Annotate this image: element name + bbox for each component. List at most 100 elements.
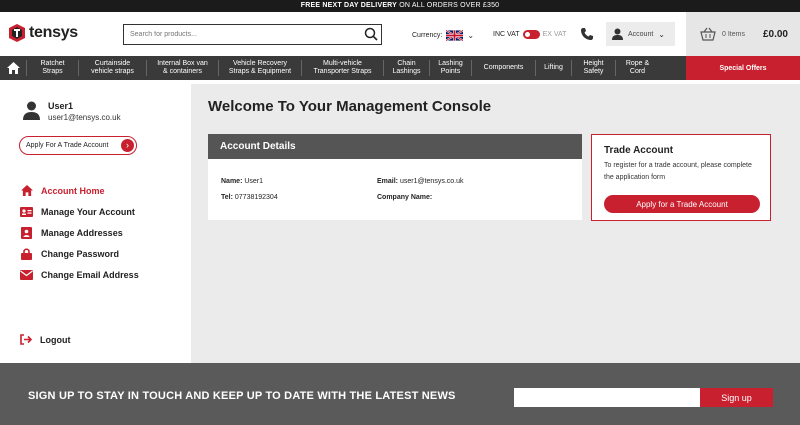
nav-item-multi-vehicle[interactable]: Multi-vehicle Transporter Straps [301, 60, 383, 76]
logout-label: Logout [40, 334, 71, 345]
detail-label: Email: [377, 178, 399, 185]
detail-tel: Tel: 07738192304 [221, 194, 278, 201]
nav-line: Safety [583, 68, 604, 75]
detail-value: user1@tensys.co.uk [399, 178, 464, 185]
nav-item-lifting[interactable]: Lifting [535, 60, 571, 76]
nav-line: Lashing [438, 60, 463, 67]
page-title: Welcome To Your Management Console [208, 98, 492, 115]
menu-manage-account[interactable]: Manage Your Account [20, 201, 139, 222]
account-button[interactable]: Account ⌄ [606, 22, 675, 46]
newsletter-message: SIGN UP TO STAY IN TOUCH AND KEEP UP TO … [28, 390, 456, 402]
nav-line: Internal Box van [157, 60, 208, 67]
user-info: User1 user1@tensys.co.uk [23, 101, 121, 122]
detail-value: 07738192304 [234, 194, 278, 201]
nav-item-lashing-points[interactable]: Lashing Points [429, 60, 471, 76]
detail-company: Company Name: [377, 194, 432, 201]
search-icon[interactable] [364, 27, 378, 41]
menu-label: Account Home [41, 185, 105, 196]
account-details-title: Account Details [208, 134, 582, 159]
basket-icon [700, 27, 716, 41]
currency-selector[interactable]: Currency: ⌄ [412, 30, 474, 41]
nav-item-curtainside[interactable]: Curtainside vehicle straps [78, 60, 146, 76]
nav-line: & containers [163, 68, 202, 75]
menu-manage-addresses[interactable]: Manage Addresses [20, 222, 139, 243]
logo-text: tensys [29, 24, 78, 41]
home-icon [6, 62, 20, 74]
menu-change-password[interactable]: Change Password [20, 243, 139, 264]
nav-line: Components [483, 64, 524, 71]
nav-line: Lashings [392, 68, 421, 75]
logout-link[interactable]: Logout [20, 334, 71, 345]
user-email: user1@tensys.co.uk [48, 113, 121, 122]
nav-line: Straps & Equipment [228, 68, 292, 75]
home-button[interactable] [0, 56, 26, 80]
special-offers-button[interactable]: Special Offers [686, 56, 800, 80]
envelope-icon [20, 269, 33, 281]
ex-vat-label: EX VAT [542, 31, 567, 38]
menu-label: Manage Addresses [41, 227, 123, 238]
menu-account-home[interactable]: Account Home [20, 180, 139, 201]
cart-items: 0 Items [722, 30, 745, 38]
detail-value: User1 [244, 178, 264, 185]
currency-label: Currency: [412, 32, 443, 39]
vat-toggle-group: INC VAT EX VAT [493, 30, 566, 39]
promo-rest: ON ALL ORDERS OVER £350 [397, 2, 500, 9]
search-input[interactable] [124, 25, 354, 44]
vat-toggle[interactable] [522, 30, 540, 39]
detail-label: Tel: [221, 194, 233, 201]
detail-email: Email: user1@tensys.co.uk [377, 178, 464, 185]
nav-item-components[interactable]: Components [471, 60, 535, 76]
nav-line: Ratchet [40, 60, 65, 67]
apply-trade-account-pill[interactable]: Apply For A Trade Account › [19, 136, 137, 155]
menu-label: Change Password [41, 248, 120, 259]
nav-line: Lifting [544, 64, 563, 71]
inc-vat-label: INC VAT [493, 31, 520, 38]
nav-item-height-safety[interactable]: Height Safety [571, 60, 615, 76]
header: tensys Currency: ⌄ INC VAT EX VAT [0, 12, 800, 56]
nav-line: Chain [397, 60, 416, 67]
nav-item-vehicle-recovery[interactable]: Vehicle Recovery Straps & Equipment [218, 60, 301, 76]
nav-item-internal-box-van[interactable]: Internal Box van & containers [146, 60, 218, 76]
newsletter-email-input[interactable] [514, 388, 700, 407]
sign-out-icon [20, 334, 32, 345]
home-icon [20, 185, 33, 197]
nav-line: Multi-vehicle [323, 60, 362, 67]
menu-label: Change Email Address [41, 269, 139, 280]
menu-label: Manage Your Account [41, 206, 135, 217]
nav-item-rope-cord[interactable]: Rope & Cord [615, 60, 659, 76]
nav-line: Transporter Straps [313, 68, 372, 75]
search-box [123, 24, 382, 45]
trade-account-title: Trade Account [604, 145, 674, 156]
menu-change-email[interactable]: Change Email Address [20, 264, 139, 285]
promo-bold: FREE NEXT DAY DELIVERY [300, 2, 398, 9]
detail-label: Name: [221, 178, 243, 185]
nav-line: Rope & [625, 60, 650, 67]
account-details-card: Account Details Name: User1 Tel: 0773819… [208, 134, 582, 220]
main-content: Welcome To Your Management Console Accou… [191, 84, 800, 363]
nav-line: Straps [42, 68, 63, 75]
apply-trade-account-button[interactable]: Apply for a Trade Account [604, 195, 760, 213]
promo-bar: FREE NEXT DAY DELIVERY ON ALL ORDERS OVE… [0, 0, 800, 12]
nav-line: vehicle straps [91, 68, 134, 75]
lock-icon [20, 247, 33, 260]
account-menu: Account Home Manage Your Account Manage … [20, 180, 139, 285]
trade-account-card: Trade Account To register for a trade ac… [591, 134, 771, 221]
main-nav: Ratchet Straps Curtainside vehicle straps … [0, 56, 800, 80]
phone-icon[interactable] [580, 27, 594, 41]
cart-button[interactable]: 0 Items £0.00 [686, 12, 800, 56]
nav-item-chain-lashings[interactable]: Chain Lashings [383, 60, 429, 76]
chevron-down-icon: ⌄ [467, 31, 475, 40]
logo-icon [9, 24, 25, 42]
detail-label: Company Name: [377, 194, 433, 201]
signup-button[interactable]: Sign up [700, 388, 773, 407]
trade-pill-label: Apply For A Trade Account [26, 142, 109, 149]
user-icon [612, 28, 623, 40]
nav-line: Vehicle Recovery [232, 60, 288, 67]
chevron-down-icon: ⌄ [658, 29, 665, 39]
logo[interactable]: tensys [8, 23, 78, 43]
nav-item-ratchet-straps[interactable]: Ratchet Straps [26, 60, 78, 76]
nav-line: Curtainside [94, 60, 131, 67]
sidebar: User1 user1@tensys.co.uk Apply For A Tra… [0, 84, 191, 363]
arrow-right-icon: › [121, 139, 134, 152]
uk-flag-icon [446, 30, 464, 41]
